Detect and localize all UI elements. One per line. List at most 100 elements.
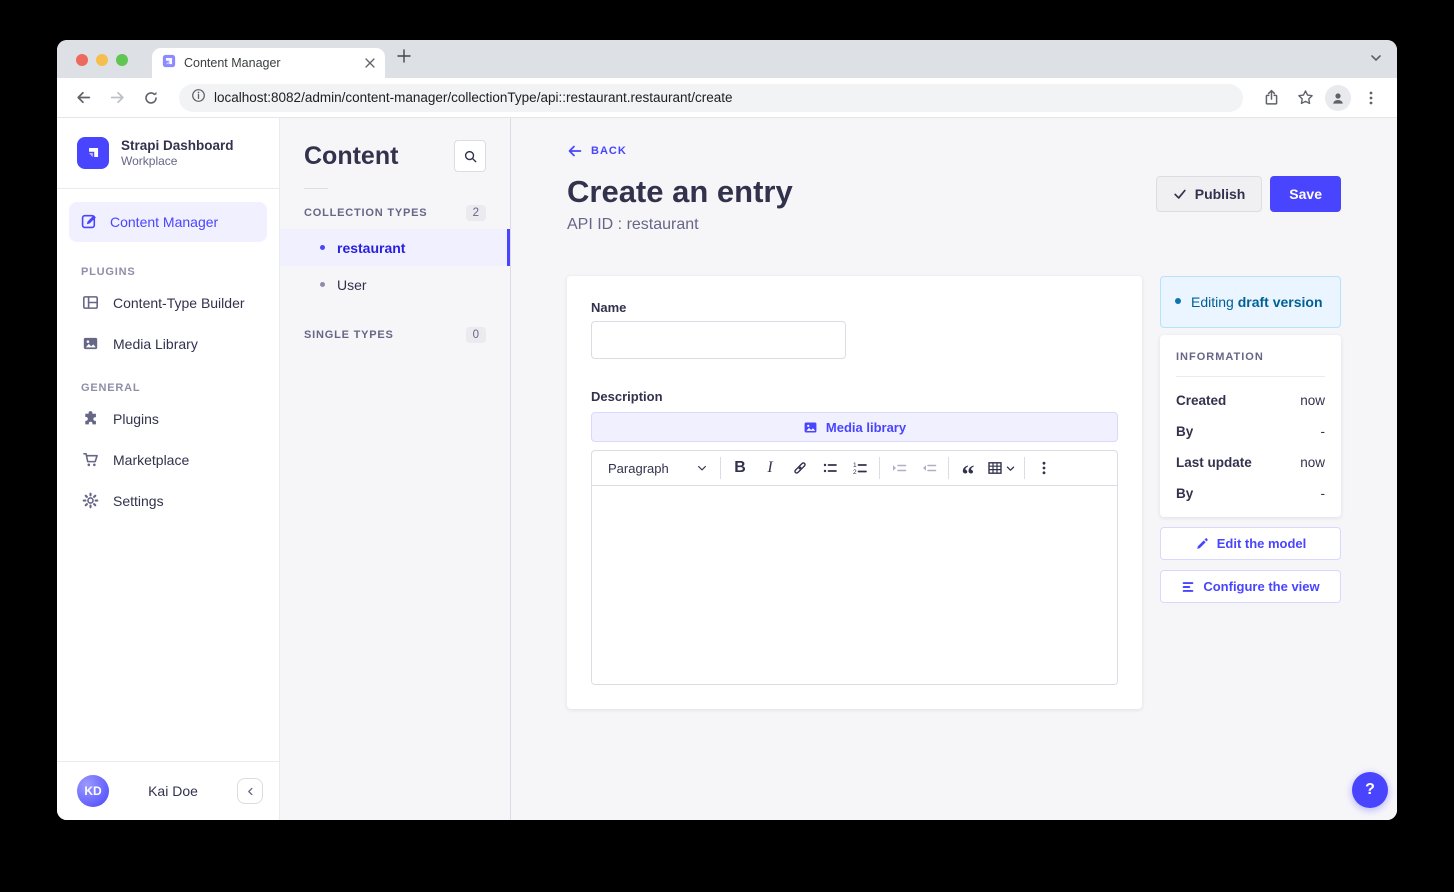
indent-button[interactable] <box>884 454 914 482</box>
subnav-title: Content <box>304 142 398 171</box>
strapi-favicon <box>162 54 176 73</box>
draft-status-text: Editing draft version <box>1191 292 1323 312</box>
user-avatar[interactable]: KD <box>77 775 109 807</box>
more-options-button[interactable] <box>1029 454 1059 482</box>
publish-button[interactable]: Publish <box>1156 176 1263 212</box>
sidebar-item-label: Marketplace <box>113 452 189 468</box>
collection-types-title: COLLECTION TYPES <box>304 207 427 219</box>
layout-icon <box>81 294 99 311</box>
sidebar-item-media-library[interactable]: Media Library <box>57 323 279 364</box>
desktop-background: Content Manager <box>0 0 1454 892</box>
back-arrow-icon <box>567 143 583 159</box>
configure-view-button[interactable]: Configure the view <box>1160 570 1341 603</box>
information-divider <box>1176 376 1325 377</box>
content-subnav: Content COLLECTION TYPES 2 restaurant U <box>280 118 511 820</box>
browser-tab-strip: Content Manager <box>57 40 1397 78</box>
pen-icon <box>81 212 98 232</box>
bullet-list-button[interactable] <box>815 454 845 482</box>
minimize-window-button[interactable] <box>96 54 108 66</box>
table-icon <box>987 460 1003 476</box>
paragraph-style-select[interactable]: Paragraph <box>596 461 716 476</box>
sidebar-item-marketplace[interactable]: Marketplace <box>57 439 279 480</box>
cart-icon <box>81 451 99 468</box>
strapi-app: Strapi Dashboard Workplace Content Manag… <box>57 118 1397 820</box>
help-button[interactable]: ? <box>1352 772 1388 808</box>
toolbar-divider <box>948 457 949 479</box>
subnav-item-restaurant[interactable]: restaurant <box>280 229 510 266</box>
information-title: INFORMATION <box>1176 351 1325 363</box>
info-row-created-by: By - <box>1176 424 1325 439</box>
bullet-icon <box>320 282 325 287</box>
name-input[interactable] <box>591 321 846 359</box>
outdent-icon <box>921 460 937 476</box>
reload-icon[interactable] <box>137 84 165 112</box>
user-name: Kai Doe <box>109 783 237 799</box>
address-bar[interactable]: localhost:8082/admin/content-manager/col… <box>179 84 1243 112</box>
sidebar-spacer <box>57 521 279 761</box>
subnav-divider <box>304 188 328 189</box>
info-row-created: Created now <box>1176 393 1325 408</box>
subnav-item-label: User <box>337 277 367 293</box>
name-field-label: Name <box>591 300 1118 315</box>
share-icon[interactable] <box>1257 84 1285 112</box>
blockquote-button[interactable]: “ <box>953 454 983 482</box>
site-info-icon[interactable] <box>191 88 206 108</box>
workspace-title: Strapi Dashboard <box>121 138 234 155</box>
description-editor-area[interactable] <box>592 486 1117 684</box>
sidebar-item-content-type-builder[interactable]: Content-Type Builder <box>57 282 279 323</box>
back-nav-icon[interactable] <box>69 84 97 112</box>
toolbar-divider <box>1024 457 1025 479</box>
window-controls <box>76 54 128 66</box>
table-button[interactable] <box>983 460 1020 476</box>
gear-icon <box>81 492 99 509</box>
strapi-logo <box>77 137 109 169</box>
collapse-sidebar-button[interactable] <box>237 778 263 804</box>
browser-profile-avatar[interactable] <box>1325 85 1351 111</box>
indent-icon <box>891 460 907 476</box>
link-button[interactable] <box>785 454 815 482</box>
edit-model-button[interactable]: Edit the model <box>1160 527 1341 560</box>
subnav-item-label: restaurant <box>337 240 405 256</box>
sidebar-section-general: GENERAL <box>81 382 279 394</box>
sidebar-item-plugins[interactable]: Plugins <box>57 398 279 439</box>
close-window-button[interactable] <box>76 54 88 66</box>
sidebar-item-label: Content Manager <box>110 214 218 230</box>
workspace-subtitle: Workplace <box>121 154 234 168</box>
new-tab-button[interactable] <box>397 49 411 63</box>
forward-nav-icon[interactable] <box>103 84 131 112</box>
zoom-window-button[interactable] <box>116 54 128 66</box>
single-types-count-badge: 0 <box>466 327 486 343</box>
tab-close-icon[interactable] <box>365 58 375 68</box>
toolbar-divider <box>879 457 880 479</box>
numbered-list-button[interactable]: 12 <box>845 454 875 482</box>
back-label: BACK <box>591 145 627 157</box>
browser-menu-icon[interactable] <box>1357 84 1385 112</box>
check-icon <box>1173 187 1187 201</box>
main-content: BACK Create an entry API ID : restaurant… <box>511 118 1397 820</box>
sidebar-item-content-manager[interactable]: Content Manager <box>69 202 267 242</box>
link-icon <box>792 460 808 476</box>
search-button[interactable] <box>454 140 486 172</box>
browser-toolbar: localhost:8082/admin/content-manager/col… <box>57 78 1397 118</box>
sidebar-footer: KD Kai Doe <box>57 761 279 820</box>
italic-button[interactable]: I <box>755 454 785 482</box>
subnav-item-user[interactable]: User <box>280 266 510 303</box>
sidebar-item-settings[interactable]: Settings <box>57 480 279 521</box>
tab-search-chevron-icon[interactable] <box>1369 51 1383 65</box>
pencil-icon <box>1195 537 1209 551</box>
toolbar-divider <box>720 457 721 479</box>
bookmark-star-icon[interactable] <box>1291 84 1319 112</box>
sidebar-section-plugins: PLUGINS <box>81 266 279 278</box>
info-row-last-update: Last update now <box>1176 455 1325 470</box>
kebab-menu-icon <box>1036 460 1052 476</box>
media-library-button[interactable]: Media library <box>591 412 1118 442</box>
sidebar-item-label: Content-Type Builder <box>113 295 245 311</box>
draft-dot-icon <box>1175 298 1181 304</box>
bold-button[interactable]: B <box>725 454 755 482</box>
save-button[interactable]: Save <box>1270 176 1341 212</box>
browser-tab[interactable]: Content Manager <box>152 48 385 78</box>
outdent-button[interactable] <box>914 454 944 482</box>
entry-form-card: Name Description Media library <box>567 276 1142 709</box>
back-link[interactable]: BACK <box>567 143 627 159</box>
workspace-switcher[interactable]: Strapi Dashboard Workplace <box>57 118 279 188</box>
